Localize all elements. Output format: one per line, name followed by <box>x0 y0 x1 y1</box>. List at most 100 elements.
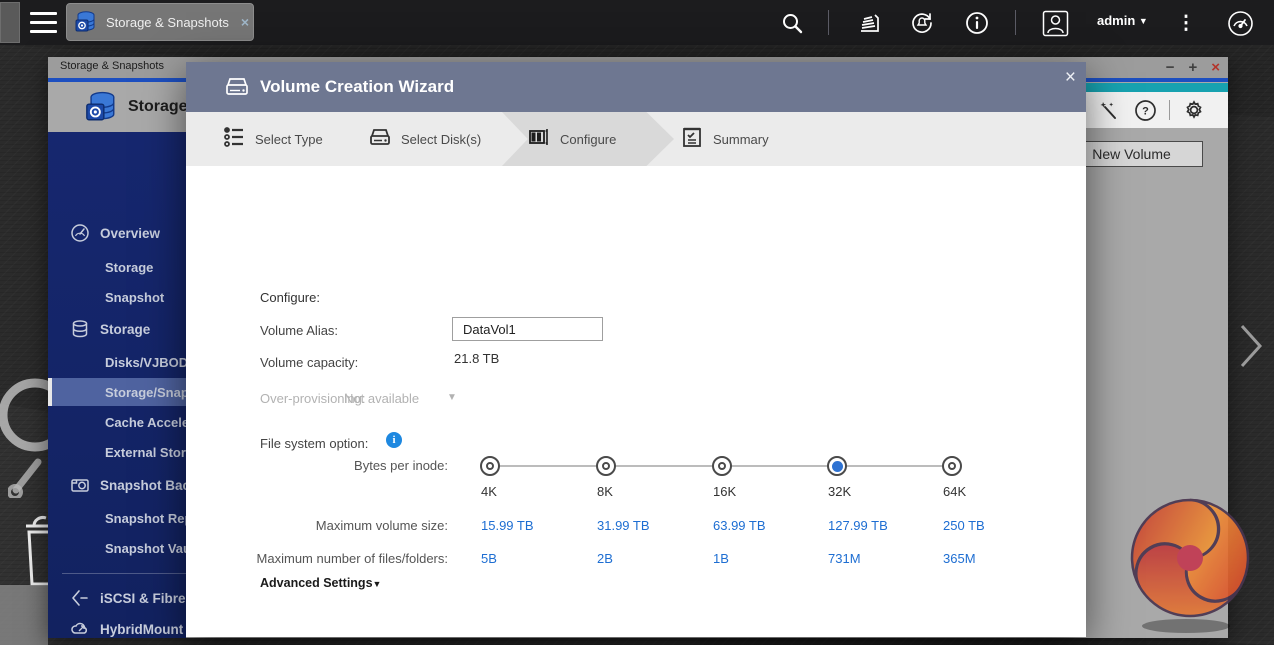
gear-icon[interactable] <box>1182 98 1206 122</box>
storage-snapshots-app-icon <box>86 91 115 121</box>
configure-section-label: Configure: <box>260 290 320 305</box>
inode-max-volume-value: 31.99 TB <box>597 518 650 533</box>
chevron-down-icon: ▼ <box>1138 16 1148 26</box>
over-provisioning-caret-icon[interactable]: ▼ <box>447 392 457 403</box>
radio-selected-dot <box>831 460 843 472</box>
inode-max-volume-value: 250 TB <box>943 518 985 533</box>
sidebar-item-snapshot-vault[interactable]: Snapshot Vault <box>48 534 186 562</box>
desktop: Storage & Snapshots × admin ▼ ⋮ Storage … <box>0 0 1274 645</box>
tab-close-icon[interactable]: × <box>241 14 249 30</box>
wallpaper-light-patch <box>0 585 48 645</box>
inode-max-volume-value: 127.99 TB <box>828 518 888 533</box>
sidebar-item-storage-snapshots[interactable]: Storage/Snapshots <box>48 378 186 406</box>
sidebar-item-snapshot-backup[interactable]: Snapshot Backup <box>48 471 186 499</box>
inode-radio-64k[interactable] <box>942 456 962 476</box>
sidebar-item-label: HybridMount <box>100 621 184 637</box>
disk-icon <box>368 125 392 154</box>
wizard-step-label: Select Disk(s) <box>401 131 482 147</box>
sidebar-item-label: Storage <box>100 321 151 337</box>
inode-max-files-value: 731M <box>828 551 861 566</box>
svg-text:?: ? <box>1142 105 1149 117</box>
taskbar-divider <box>1015 10 1016 35</box>
sidebar: Overview Storage Snapshot Storage Disks/VJBO… <box>48 132 186 638</box>
dialog-close-icon[interactable]: × <box>1065 68 1076 88</box>
sidebar-item-snapshot-replica[interactable]: Snapshot Replica <box>48 504 186 532</box>
sidebar-item-label: Snapshot <box>105 289 165 305</box>
over-provisioning-value[interactable]: Not available <box>344 391 419 406</box>
wizard-step-label: Configure <box>560 131 617 147</box>
sidebar-item-external-storage[interactable]: External Storage <box>48 438 186 466</box>
taskbar-divider <box>828 10 829 35</box>
radio-dot <box>948 462 956 470</box>
info-icon[interactable] <box>963 9 991 37</box>
inode-size-label: 8K <box>597 484 613 499</box>
radio-dot <box>602 462 610 470</box>
search-icon[interactable] <box>778 9 806 37</box>
database-icon <box>69 318 91 340</box>
volume-alias-label: Volume Alias: <box>260 323 339 338</box>
wizard-step-select-type[interactable]: Select Type <box>222 112 323 166</box>
volume-capacity-value: 21.8 TB <box>454 351 500 366</box>
inode-size-label: 32K <box>828 484 852 499</box>
window-close-button[interactable]: × <box>1211 57 1220 78</box>
admin-menu[interactable]: admin ▼ <box>1097 13 1148 28</box>
background-tasks-icon[interactable] <box>855 9 883 37</box>
info-icon[interactable]: i <box>386 432 402 448</box>
inode-radio-4k[interactable] <box>480 456 500 476</box>
sidebar-item-disks-vjbod[interactable]: Disks/VJBOD <box>48 348 186 376</box>
sidebar-item-cache-acceleration[interactable]: Cache Acceleration <box>48 408 186 436</box>
panel-expand-chevron-icon[interactable] <box>1236 322 1264 370</box>
window-tab-label[interactable]: Storage & Snapshots <box>60 60 164 72</box>
camera-icon <box>69 474 91 496</box>
volume-creation-wizard-dialog: Volume Creation Wizard × Select Type Sele… <box>186 62 1086 637</box>
volume-icon <box>226 78 248 95</box>
more-options-icon[interactable]: ⋮ <box>1172 9 1200 37</box>
gauge-icon <box>69 222 91 244</box>
sidebar-item-hybridmount[interactable]: HybridMount <box>48 615 186 638</box>
wizard-step-summary[interactable]: Summary <box>680 112 769 166</box>
sidebar-item-snapshot[interactable]: Snapshot <box>48 283 186 311</box>
max-files-label: Maximum number of files/folders: <box>256 551 448 566</box>
sidebar-item-label: Snapshot Replica <box>105 510 186 526</box>
magic-wand-icon[interactable] <box>1097 98 1121 122</box>
dialog-header: Volume Creation Wizard × <box>186 62 1086 112</box>
inode-max-files-value: 365M <box>943 551 976 566</box>
volume-capacity-label: Volume capacity: <box>260 355 359 370</box>
taskbar-tab-storage-snapshots[interactable]: Storage & Snapshots × <box>66 3 254 41</box>
taskbar: Storage & Snapshots × admin ▼ ⋮ <box>0 0 1274 45</box>
wizard-step-configure[interactable]: Configure <box>527 112 616 166</box>
resource-monitor-icon[interactable] <box>1226 9 1254 37</box>
inode-size-label: 4K <box>481 484 497 499</box>
sidebar-item-overview[interactable]: Overview <box>48 219 186 247</box>
volume-alias-input[interactable] <box>452 317 603 341</box>
radio-dot <box>486 462 494 470</box>
wizard-step-select-disk-s-[interactable]: Select Disk(s) <box>368 112 481 166</box>
minimize-button[interactable]: − <box>1166 57 1175 78</box>
advanced-settings-toggle[interactable]: Advanced Settings▼ <box>260 576 381 590</box>
sidebar-item-label: iSCSI & Fibre Channel <box>100 590 186 606</box>
maximize-button[interactable]: + <box>1188 57 1197 78</box>
sidebar-item-label: Overview <box>100 225 161 241</box>
max-volume-size-label: Maximum volume size: <box>315 518 448 533</box>
wizard-steps-bar: Select Type Select Disk(s) Configure Summar… <box>186 112 1086 166</box>
inode-max-files-value: 2B <box>597 551 613 566</box>
inode-radio-32k[interactable] <box>827 456 847 476</box>
main-menu-button[interactable] <box>30 12 57 33</box>
window-controls: − + × <box>1166 57 1220 78</box>
sidebar-item-iscsi-fibre-channel[interactable]: iSCSI & Fibre Channel <box>48 584 186 612</box>
user-avatar-icon[interactable] <box>1041 9 1069 37</box>
sidebar-item-label: Snapshot Vault <box>105 540 186 556</box>
inode-radio-16k[interactable] <box>712 456 732 476</box>
sidebar-item-storage[interactable]: Storage <box>48 315 186 343</box>
chevron-down-icon: ▼ <box>372 579 382 589</box>
dialog-title: Volume Creation Wizard <box>260 77 455 96</box>
sidebar-item-storage[interactable]: Storage <box>48 253 186 281</box>
sync-notification-icon[interactable] <box>908 9 936 37</box>
storage-snapshots-icon <box>75 11 95 32</box>
cloud-icon <box>69 618 91 638</box>
inode-radio-8k[interactable] <box>596 456 616 476</box>
file-system-option-label: File system option: <box>260 436 369 451</box>
sidebar-item-label: Storage/Snapshots <box>105 384 186 400</box>
help-icon[interactable]: ? <box>1133 98 1157 122</box>
summary-icon <box>680 125 704 154</box>
